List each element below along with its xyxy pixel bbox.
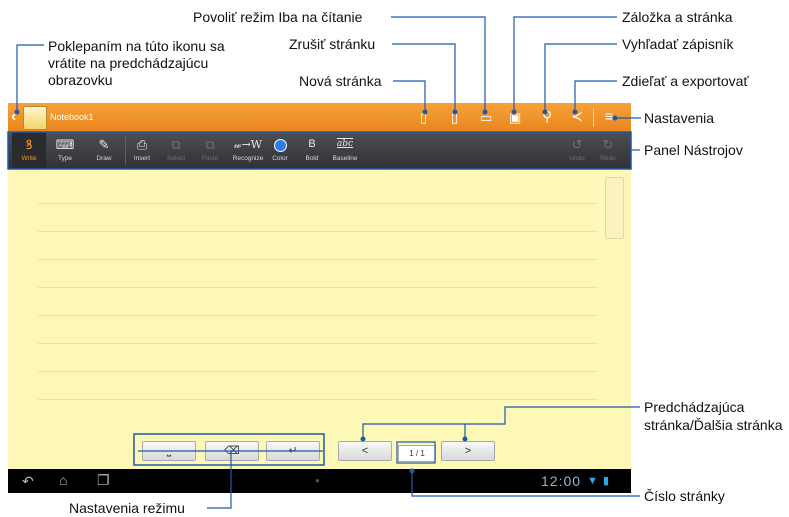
delete-page-icon[interactable]: ▯: [451, 110, 458, 125]
space-button[interactable]: ⎵: [142, 441, 196, 461]
brush-icon: ✎: [98, 137, 110, 152]
share-icon[interactable]: ≺: [571, 109, 583, 124]
callout-mode-settings: Nastavenia režimu: [69, 500, 185, 516]
title-divider: [593, 108, 594, 127]
status-time: 12:00: [541, 473, 582, 489]
insert-icon: ⎙: [136, 137, 148, 152]
tool-paste-label: Paste: [201, 155, 219, 162]
tool-undo-label: Undo: [569, 155, 585, 162]
read-only-book-icon[interactable]: ▭: [480, 110, 492, 125]
home-nav-icon[interactable]: ⌂: [59, 473, 67, 487]
callout-toolbar: Panel Nástrojov: [644, 142, 743, 158]
tool-color-label: Color: [272, 155, 288, 162]
new-page-icon[interactable]: ▯: [420, 110, 427, 125]
ruled-line: [38, 315, 598, 316]
ruled-line: [38, 371, 598, 372]
callout-search: Vyhľadať zápisník: [622, 36, 734, 52]
scrollbar-thumb[interactable]: [605, 177, 624, 239]
notification-dot-icon: ●: [315, 476, 320, 485]
tool-select[interactable]: ⧉ Select: [159, 132, 193, 169]
callout-prev-next: Predchádzajúca stránka/Ďalšia stránka: [644, 399, 783, 433]
tool-undo[interactable]: ↺ Undo: [560, 132, 594, 169]
ruled-line: [38, 343, 598, 344]
recognize-icon: 𝓌→W: [233, 138, 263, 151]
tool-baseline[interactable]: abc Baseline: [326, 132, 364, 169]
tool-recognize[interactable]: 𝓌→W Recognize: [228, 132, 268, 169]
callout-settings: Nastavenia: [644, 110, 715, 126]
tool-write-label: Write: [21, 155, 37, 162]
back-nav-icon[interactable]: ↶: [22, 474, 34, 488]
tool-panel: ꝸ Write ⌨ Type ✎ Draw ⎙ Insert ⧉ Select …: [8, 132, 631, 169]
write-icon: ꝸ: [25, 137, 33, 152]
callout-back: Poklepaním na túto ikonu sa vrátite na p…: [48, 38, 225, 88]
title-bar: ‹ Notebook1 ▯ ▯ ▭ ▣ ⚲ ≺ ≡: [8, 103, 631, 132]
callout-share: Zdieľať a exportovať: [622, 73, 749, 89]
callout-new-page: Nová stránka: [299, 73, 382, 89]
tool-insert[interactable]: ⎙ Insert: [125, 132, 159, 169]
undo-icon: ↺: [571, 137, 583, 152]
tool-paste[interactable]: ⧉ Paste: [193, 132, 227, 169]
back-icon[interactable]: ‹: [11, 109, 16, 125]
ruled-line: [38, 399, 598, 400]
tool-redo-label: Redo: [600, 155, 616, 162]
bookmark-icon[interactable]: ▣: [509, 110, 521, 125]
callout-bookmark: Záložka a stránka: [622, 9, 733, 25]
tool-insert-label: Insert: [133, 155, 151, 162]
notebook-icon: [23, 106, 47, 130]
callout-delete-page: Zrušiť stránku: [289, 36, 376, 52]
menu-icon[interactable]: ≡: [605, 109, 613, 124]
backspace-button[interactable]: ⌫: [205, 441, 259, 461]
tool-select-label: Select: [166, 155, 186, 162]
callout-page-number: Číslo stránky: [644, 488, 725, 504]
tool-color[interactable]: Color: [263, 132, 297, 169]
tool-baseline-label: Baseline: [332, 155, 358, 162]
battery-icon: ▮: [603, 475, 610, 487]
tool-type-label: Type: [57, 155, 73, 162]
baseline-icon: abc: [336, 139, 354, 149]
android-navigation-bar: ↶ ⌂ ❐ ● 12:00 ▼ ▮: [8, 469, 631, 493]
tool-recognize-label: Recognize: [232, 155, 264, 162]
ruled-line: [38, 287, 598, 288]
tool-draw-label: Draw: [96, 155, 112, 162]
tool-bold[interactable]: B Bold: [295, 132, 329, 169]
tool-type[interactable]: ⌨ Type: [48, 132, 82, 169]
tool-bold-label: Bold: [305, 155, 319, 162]
tool-write[interactable]: ꝸ Write: [12, 132, 46, 169]
prev-page-button[interactable]: <: [338, 441, 392, 461]
recent-apps-icon[interactable]: ❐: [97, 473, 110, 487]
enter-button[interactable]: ↵: [266, 441, 320, 461]
paste-icon: ⧉: [205, 137, 215, 152]
page-number: 1 / 1: [398, 445, 436, 462]
keyboard-icon: ⌨: [55, 137, 75, 152]
redo-icon: ↻: [602, 137, 614, 152]
ruled-line: [38, 203, 598, 204]
next-page-button[interactable]: >: [441, 441, 495, 461]
wifi-icon: ▼: [587, 475, 598, 487]
notebook-title: Notebook1: [50, 112, 94, 122]
select-icon: ⧉: [171, 137, 181, 152]
tool-draw[interactable]: ✎ Draw: [87, 132, 121, 169]
bold-icon: B: [308, 138, 316, 150]
callout-read-only: Povoliť režim Iba na čítanie: [193, 9, 363, 25]
ruled-line: [38, 231, 598, 232]
search-icon[interactable]: ⚲: [542, 109, 552, 124]
writing-canvas[interactable]: ⎵ ⌫ ↵ < 1 / 1 >: [8, 169, 631, 469]
tool-redo[interactable]: ↻ Redo: [591, 132, 625, 169]
ruled-line: [38, 259, 598, 260]
color-icon: [263, 137, 297, 153]
